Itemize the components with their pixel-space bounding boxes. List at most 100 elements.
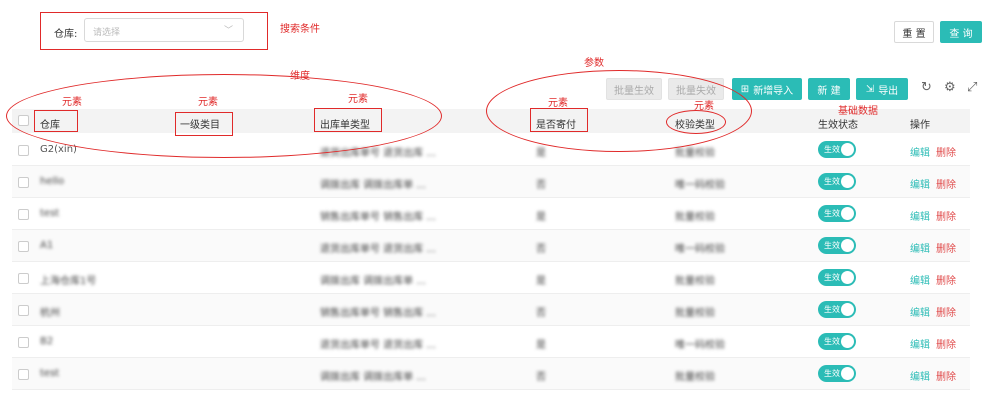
- edit-link[interactable]: 编辑: [910, 208, 930, 223]
- cell-warehouse: A1: [40, 240, 54, 251]
- cell-check-type: 批量校验: [675, 212, 715, 223]
- status-toggle-label: 生效: [824, 305, 840, 314]
- status-toggle-label: 生效: [824, 145, 840, 154]
- status-toggle-knob: [841, 175, 854, 188]
- row-checkbox[interactable]: [18, 209, 29, 220]
- status-toggle-knob: [841, 335, 854, 348]
- status-toggle-knob: [841, 303, 854, 316]
- cell-deposit: 否: [536, 308, 546, 319]
- row-checkbox[interactable]: [18, 305, 29, 316]
- import-icon: ⊞: [740, 83, 750, 95]
- import-button-label: 新增导入: [753, 85, 794, 97]
- delete-link[interactable]: 删除: [936, 272, 956, 287]
- cell-deposit: 否: [536, 244, 546, 255]
- annotation-search-box: [40, 12, 268, 50]
- status-toggle-label: 生效: [824, 177, 840, 186]
- table-row[interactable]: 上海仓库1号 调拨出库 调拨出库单 ... 是 批量校验 生效 编辑 删除: [12, 262, 970, 294]
- query-button-label: 查 询: [949, 28, 973, 40]
- query-button[interactable]: 查 询: [940, 21, 982, 43]
- cell-deposit: 否: [536, 372, 546, 383]
- export-button-label: 导出: [878, 85, 899, 97]
- annotation-box-warehouse: [34, 110, 78, 132]
- edit-link[interactable]: 编辑: [910, 336, 930, 351]
- cell-warehouse: 杭州: [40, 308, 60, 319]
- cell-warehouse: test: [40, 368, 60, 379]
- column-header-actions: 操作: [910, 120, 930, 131]
- row-checkbox[interactable]: [18, 145, 29, 156]
- status-toggle-label: 生效: [824, 337, 840, 346]
- new-button-label: 新 建: [817, 85, 841, 97]
- reset-button[interactable]: 重 置: [894, 21, 934, 43]
- cell-warehouse: hello: [40, 176, 65, 187]
- cell-deposit: 是: [536, 276, 546, 287]
- cell-warehouse: test: [40, 208, 60, 219]
- row-checkbox[interactable]: [18, 177, 29, 188]
- status-toggle[interactable]: 生效: [818, 269, 856, 286]
- cell-check-type: 唯一码校验: [675, 244, 725, 255]
- cell-outbound-type: 调拨出库 调拨出库单 ...: [320, 180, 426, 191]
- cell-check-type: 批量校验: [675, 372, 715, 383]
- status-toggle[interactable]: 生效: [818, 237, 856, 254]
- table-row[interactable]: test 销售出库单号 销售出库 ... 是 批量校验 生效 编辑 删除: [12, 198, 970, 230]
- fullscreen-icon[interactable]: ⤢: [967, 80, 977, 95]
- edit-link[interactable]: 编辑: [910, 240, 930, 255]
- row-checkbox[interactable]: [18, 273, 29, 284]
- status-toggle[interactable]: 生效: [818, 173, 856, 190]
- delete-link[interactable]: 删除: [936, 144, 956, 159]
- annotation-search-conditions: 搜索条件: [280, 24, 320, 35]
- export-icon: ⇲: [865, 83, 875, 95]
- table-row[interactable]: test 调拨出库 调拨出库单 ... 否 批量校验 生效 编辑 删除: [12, 358, 970, 390]
- annotation-box-deposit: [530, 108, 588, 132]
- cell-outbound-type: 销售出库单号 销售出库 ...: [320, 308, 436, 319]
- row-checkbox[interactable]: [18, 369, 29, 380]
- reset-button-label: 重 置: [902, 28, 926, 40]
- annotation-element-1: 元素: [62, 97, 82, 108]
- edit-link[interactable]: 编辑: [910, 144, 930, 159]
- delete-link[interactable]: 删除: [936, 336, 956, 351]
- cell-check-type: 唯一码校验: [675, 340, 725, 351]
- table-row[interactable]: hello 调拨出库 调拨出库单 ... 否 唯一码校验 生效 编辑 删除: [12, 166, 970, 198]
- export-button[interactable]: ⇲ 导出: [856, 78, 908, 100]
- cell-check-type: 批量校验: [675, 308, 715, 319]
- edit-link[interactable]: 编辑: [910, 304, 930, 319]
- cell-outbound-type: 调拨出库 调拨出库单 ...: [320, 372, 426, 383]
- cell-deposit: 是: [536, 212, 546, 223]
- delete-link[interactable]: 删除: [936, 304, 956, 319]
- annotation-params: 参数: [584, 58, 604, 69]
- status-toggle-knob: [841, 239, 854, 252]
- edit-link[interactable]: 编辑: [910, 272, 930, 287]
- row-checkbox[interactable]: [18, 337, 29, 348]
- status-toggle-label: 生效: [824, 241, 840, 250]
- annotation-element-4: 元素: [548, 98, 568, 109]
- cell-outbound-type: 退货出库单号 退货出库 ...: [320, 340, 436, 351]
- status-toggle[interactable]: 生效: [818, 301, 856, 318]
- status-toggle[interactable]: 生效: [818, 205, 856, 222]
- cell-outbound-type: 调拨出库 调拨出库单 ...: [320, 276, 426, 287]
- row-checkbox[interactable]: [18, 241, 29, 252]
- edit-link[interactable]: 编辑: [910, 368, 930, 383]
- delete-link[interactable]: 删除: [936, 240, 956, 255]
- annotation-box-check-type: [666, 110, 726, 134]
- cell-outbound-type: 销售出库单号 销售出库 ...: [320, 212, 436, 223]
- cell-check-type: 唯一码校验: [675, 180, 725, 191]
- refresh-icon[interactable]: ↻: [921, 80, 932, 95]
- new-button[interactable]: 新 建: [808, 78, 850, 100]
- cell-check-type: 批量校验: [675, 276, 715, 287]
- cell-check-type: 批量校验: [675, 148, 715, 159]
- status-toggle[interactable]: 生效: [818, 141, 856, 158]
- delete-link[interactable]: 删除: [936, 368, 956, 383]
- table-row[interactable]: 杭州 销售出库单号 销售出库 ... 否 批量校验 生效 编辑 删除: [12, 294, 970, 326]
- annotation-element-2: 元素: [198, 97, 218, 108]
- gear-icon[interactable]: ⚙: [944, 80, 956, 95]
- status-toggle[interactable]: 生效: [818, 365, 856, 382]
- table-row[interactable]: B2 退货出库单号 退货出库 ... 是 唯一码校验 生效 编辑 删除: [12, 326, 970, 358]
- annotation-base-data: 基础数据: [838, 106, 878, 117]
- delete-link[interactable]: 删除: [936, 208, 956, 223]
- status-toggle-knob: [841, 207, 854, 220]
- edit-link[interactable]: 编辑: [910, 176, 930, 191]
- status-toggle-label: 生效: [824, 273, 840, 282]
- cell-outbound-type: 退货出库单号 退货出库 ...: [320, 244, 436, 255]
- status-toggle[interactable]: 生效: [818, 333, 856, 350]
- table-row[interactable]: A1 退货出库单号 退货出库 ... 否 唯一码校验 生效 编辑 删除: [12, 230, 970, 262]
- delete-link[interactable]: 删除: [936, 176, 956, 191]
